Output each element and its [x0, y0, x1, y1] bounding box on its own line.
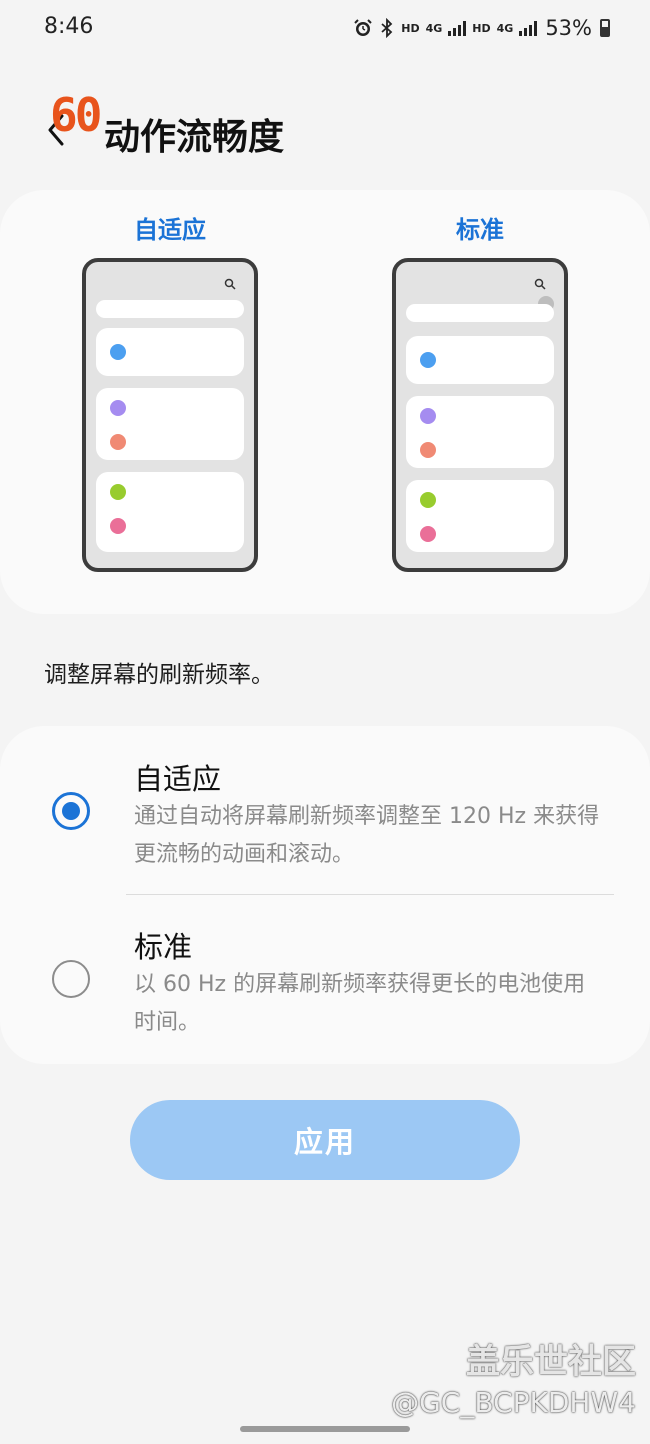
- mock-card: [96, 472, 244, 552]
- fps-counter-overlay: 60: [50, 88, 102, 142]
- status-bar: 8:46 HD 4G HD 4G 53%: [0, 0, 650, 56]
- alarm-icon: [354, 19, 372, 36]
- mock-dot-salmon: [420, 442, 436, 458]
- option-standard-title: 标准: [134, 930, 193, 964]
- divider: [126, 894, 614, 895]
- preview-card: 自适应 标准: [0, 190, 650, 614]
- page-title: 动作流畅度: [104, 117, 285, 158]
- apply-button[interactable]: 应用: [130, 1100, 520, 1180]
- option-standard[interactable]: 标准 以 60 Hz 的屏幕刷新频率获得更长的电池使用时间。: [0, 924, 650, 1054]
- bluetooth-icon: [381, 18, 393, 38]
- option-adaptive-description: 通过自动将屏幕刷新频率调整至 120 Hz 来获得更流畅的动画和滚动。: [134, 804, 600, 867]
- signal-icon-2: [519, 20, 538, 36]
- mock-dot-purple: [110, 400, 126, 416]
- mock-dot-purple: [420, 408, 436, 424]
- phone-mockup-adaptive: [82, 258, 258, 572]
- mock-card: [406, 480, 554, 552]
- mock-dot-pink: [420, 526, 436, 542]
- mock-card: [96, 328, 244, 376]
- watermark-user: @GC_BCPKDHW4: [391, 1386, 636, 1419]
- preview-standard-label: 标准: [456, 216, 504, 244]
- phone-mockup-standard: [392, 258, 568, 572]
- mock-card: [406, 396, 554, 468]
- signal-icon: [448, 20, 467, 36]
- battery-icon: [600, 19, 610, 37]
- mock-dot-blue: [110, 344, 126, 360]
- mock-search-bar: [406, 304, 554, 322]
- option-adaptive-title: 自适应: [134, 762, 222, 796]
- radio-standard[interactable]: [52, 960, 90, 998]
- option-standard-description: 以 60 Hz 的屏幕刷新频率获得更长的电池使用时间。: [134, 972, 586, 1035]
- battery-percent: 53%: [545, 16, 592, 40]
- mock-card: [406, 336, 554, 384]
- app-bar: 60 动作流畅度: [0, 90, 650, 170]
- mock-dot-green: [420, 492, 436, 508]
- status-icons: HD 4G HD 4G 53%: [353, 14, 610, 42]
- hd-indicator-2: HD: [472, 21, 491, 35]
- refresh-rate-options: 自适应 通过自动将屏幕刷新频率调整至 120 Hz 来获得更流畅的动画和滚动。 …: [0, 726, 650, 1064]
- preview-standard: 标准: [392, 210, 568, 572]
- watermark-community: 盖乐世社区: [466, 1342, 636, 1382]
- page-description: 调整屏幕的刷新频率。: [44, 662, 274, 688]
- mock-dot-green: [110, 484, 126, 500]
- search-icon: [224, 278, 236, 290]
- network-type: 4G: [425, 21, 443, 35]
- mock-dot-salmon: [110, 434, 126, 450]
- hd-indicator: HD: [401, 21, 420, 35]
- mock-dot-pink: [110, 518, 126, 534]
- preview-adaptive-label: 自适应: [134, 216, 206, 244]
- status-time: 8:46: [44, 14, 94, 39]
- preview-adaptive: 自适应: [82, 210, 258, 572]
- gesture-home-bar[interactable]: [240, 1426, 410, 1432]
- mock-search-bar: [96, 300, 244, 318]
- option-adaptive[interactable]: 自适应 通过自动将屏幕刷新频率调整至 120 Hz 来获得更流畅的动画和滚动。: [0, 756, 650, 896]
- network-type-2: 4G: [496, 21, 514, 35]
- mock-card: [96, 388, 244, 460]
- radio-adaptive[interactable]: [52, 792, 90, 830]
- search-icon: [534, 278, 546, 290]
- mock-dot-blue: [420, 352, 436, 368]
